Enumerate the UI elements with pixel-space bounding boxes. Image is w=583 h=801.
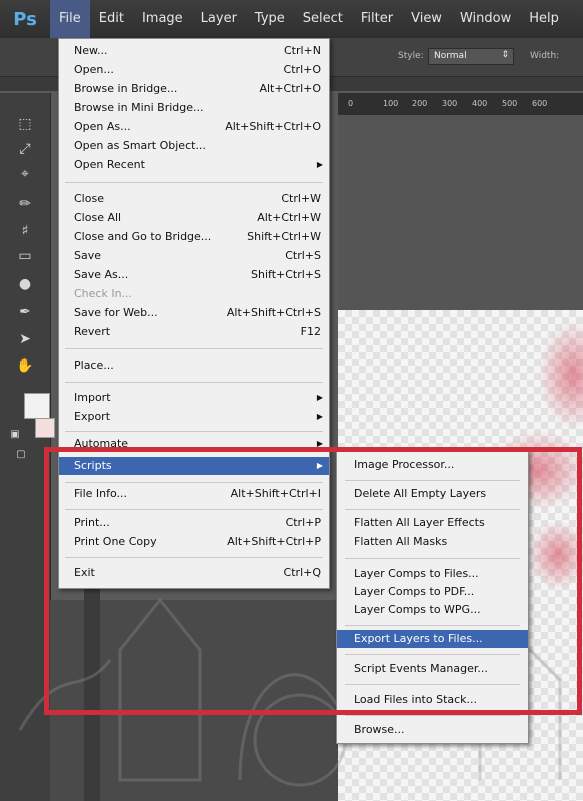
width-label: Width: (530, 51, 560, 61)
style-value: Normal (434, 51, 467, 61)
menu-window[interactable]: Window (451, 0, 520, 38)
menu-item-check-in: Check In... (74, 287, 133, 300)
menu-filter[interactable]: Filter (352, 0, 402, 38)
submenu-item-flatten-all-layer-effects[interactable]: Flatten All Layer Effects (337, 514, 528, 532)
submenu-arrow-icon: ▶ (316, 412, 323, 421)
submenu-item-browse[interactable]: Browse... (337, 721, 528, 739)
ruler-tick: 400 (472, 99, 488, 108)
submenu-item-flatten-all-masks[interactable]: Flatten All Masks (337, 533, 528, 551)
menu-item-revert[interactable]: Revert F12 (59, 323, 329, 341)
submenu-item-image-processor[interactable]: Image Processor... (337, 456, 528, 474)
menu-edit[interactable]: Edit (90, 0, 133, 38)
menu-separator (65, 482, 323, 483)
menu-bar: Ps File Edit Image Layer Type Select Fil… (0, 0, 583, 38)
menu-type[interactable]: Type (246, 0, 294, 38)
submenu-arrow-icon: ▶ (316, 439, 323, 447)
canvas-pasteboard (338, 115, 583, 310)
menu-separator (65, 509, 323, 510)
brush-icon[interactable]: ✏ (14, 193, 36, 215)
scripts-submenu: Image Processor... Delete All Empty Laye… (336, 450, 529, 744)
hand-icon[interactable]: ✋ (14, 355, 36, 377)
menu-item-browse-in-bridge[interactable]: Browse in Bridge... Alt+Ctrl+O (59, 80, 329, 98)
background-color-swatch[interactable] (35, 418, 55, 438)
menu-separator (65, 348, 323, 349)
menu-help[interactable]: Help (520, 0, 568, 38)
submenu-item-layer-comps-to-files[interactable]: Layer Comps to Files... (337, 565, 528, 583)
menu-view[interactable]: View (402, 0, 451, 38)
menu-separator (65, 182, 323, 183)
photoshop-logo: Ps (13, 8, 37, 30)
menu-item-open-as[interactable]: Open As... Alt+Shift+Ctrl+O (59, 118, 329, 136)
pen-icon[interactable]: ✒ (14, 301, 36, 323)
submenu-item-export-layers-to-files[interactable]: Export Layers to Files... (337, 630, 528, 648)
menu-item-export[interactable]: Export ▶ (59, 408, 329, 426)
menu-separator (345, 558, 520, 559)
submenu-item-layer-comps-to-pdf[interactable]: Layer Comps to PDF... (337, 583, 528, 601)
horizontal-ruler: 0 100 200 300 400 500 600 (338, 93, 583, 115)
menu-select[interactable]: Select (294, 0, 352, 38)
menu-item-browse-in-mini-bridge[interactable]: Browse in Mini Bridge... (59, 99, 329, 117)
menu-item-import[interactable]: Import ▶ (59, 389, 329, 407)
red-ribbon-shape (538, 320, 583, 430)
eraser-icon[interactable]: ▭ (14, 245, 36, 267)
submenu-item-layer-comps-to-wpg[interactable]: Layer Comps to WPG... (337, 601, 528, 619)
file-menu: New... Ctrl+N Open... Ctrl+O Browse in Bri… (58, 38, 330, 589)
quick-mask-icon[interactable]: ▢ (10, 443, 32, 465)
menu-item-close-and-go-to-bridge[interactable]: Close and Go to Bridge... Shift+Ctrl+W (59, 228, 329, 246)
submenu-arrow-icon: ▶ (316, 160, 323, 169)
menu-file[interactable]: File (50, 0, 90, 38)
menu-separator (65, 431, 323, 432)
menu-item-close[interactable]: Close Ctrl+W (59, 190, 329, 208)
menu-separator (345, 715, 520, 716)
menu-item-exit[interactable]: Exit Ctrl+Q (59, 564, 329, 582)
submenu-item-load-files-into-stack[interactable]: Load Files into Stack... (337, 691, 528, 709)
foreground-color-swatch[interactable] (24, 393, 50, 419)
style-dropdown[interactable]: Normal ⇕ (428, 48, 514, 65)
dodge-icon[interactable]: ● (14, 273, 36, 295)
menu-separator (65, 557, 323, 558)
menu-item-open-as-smart-object[interactable]: Open as Smart Object... (59, 137, 329, 155)
menu-item-print-one-copy[interactable]: Print One Copy Alt+Shift+Ctrl+P (59, 533, 329, 551)
menu-separator (345, 625, 520, 626)
lasso-icon[interactable]: ⤢ (14, 138, 36, 160)
marquee-icon[interactable]: ⬚ (14, 113, 36, 135)
menu-item-save[interactable]: Save Ctrl+S (59, 247, 329, 265)
submenu-item-delete-all-empty-layers[interactable]: Delete All Empty Layers (337, 485, 528, 503)
path-select-icon[interactable]: ➤ (14, 328, 36, 350)
menu-layer[interactable]: Layer (192, 0, 246, 38)
menu-image[interactable]: Image (133, 0, 192, 38)
menu-item-open[interactable]: Open... Ctrl+O (59, 61, 329, 79)
menu-item-scripts[interactable]: Scripts ▶ (59, 457, 329, 475)
ruler-tick: 0 (348, 99, 354, 108)
menu-item-automate[interactable]: Automate ▶ (59, 435, 329, 447)
menu-separator (345, 684, 520, 685)
ruler-tick: 100 (383, 99, 399, 108)
menu-item-open-recent[interactable]: Open Recent ▶ (59, 156, 329, 174)
submenu-arrow-icon: ▶ (316, 393, 323, 402)
menu-item-new[interactable]: New... Ctrl+N (59, 42, 329, 60)
menu-item-print[interactable]: Print... Ctrl+P (59, 514, 329, 532)
stamp-icon[interactable]: ♯ (14, 220, 36, 242)
crop-icon[interactable]: ⌖ (14, 163, 36, 185)
ruler-tick: 200 (412, 99, 428, 108)
ruler-tick: 300 (442, 99, 458, 108)
menu-separator (65, 382, 323, 383)
menu-separator (345, 654, 520, 655)
ruler-tick: 500 (502, 99, 518, 108)
menu-separator (345, 480, 520, 481)
submenu-item-script-events-manager[interactable]: Script Events Manager... (337, 660, 528, 678)
style-label: Style: (398, 51, 424, 61)
menu-item-file-info[interactable]: File Info... Alt+Shift+Ctrl+I (59, 485, 329, 503)
ruler-tick: 600 (532, 99, 548, 108)
menu-item-save-for-web[interactable]: Save for Web... Alt+Shift+Ctrl+S (59, 304, 329, 322)
menu-item-place[interactable]: Place... (59, 357, 329, 375)
menu-separator (345, 509, 520, 510)
menu-item-close-all[interactable]: Close All Alt+Ctrl+W (59, 209, 329, 227)
menu-item-save-as[interactable]: Save As... Shift+Ctrl+S (59, 266, 329, 284)
dropdown-arrow-icon: ⇕ (501, 50, 509, 60)
swap-colors-icon[interactable]: ▣ (4, 423, 26, 445)
submenu-arrow-icon: ▶ (316, 461, 323, 470)
